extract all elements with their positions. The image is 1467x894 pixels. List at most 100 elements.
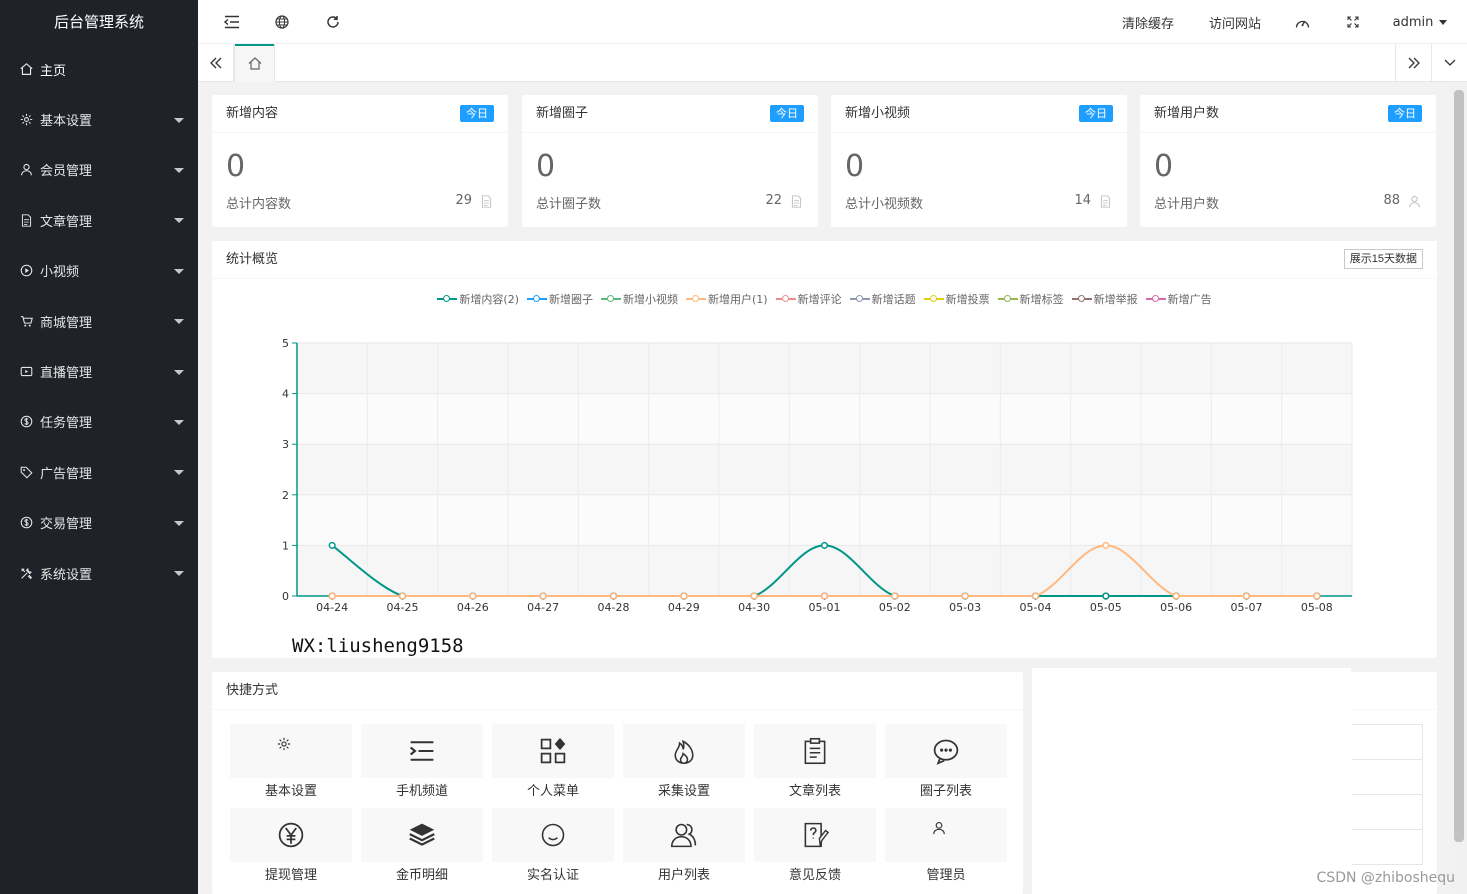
data-point [1242, 592, 1251, 600]
user-menu[interactable]: admin [1388, 0, 1452, 44]
csdn-watermark: CSDN @zhiboshequ [1316, 870, 1455, 886]
quick-link-label: 个人菜单 [526, 784, 579, 799]
play-icon-wrap [18, 263, 34, 279]
sidebar-item[interactable]: 直播管理 [0, 346, 198, 396]
x-tick-label: 05-02 [879, 601, 911, 614]
user-icon-wrap [18, 162, 34, 178]
data-point [539, 592, 547, 600]
users-icon [670, 823, 697, 848]
document-icon [791, 195, 802, 208]
data-point [1313, 592, 1321, 600]
sidebar-item[interactable]: 任务管理 [0, 397, 198, 447]
quick-link[interactable]: 用户列表 [623, 808, 745, 888]
stat-card: 新增小视频 今日 0 总计小视频数 14 [831, 95, 1127, 227]
show-15-days-button[interactable]: 展示15天数据 [1343, 249, 1423, 269]
stat-total-value: 88 [1383, 193, 1400, 208]
caret-down-icon [174, 319, 184, 325]
sidebar-nav: 主页基本设置会员管理文章管理小视频商城管理直播管理任务管理 广告管理交易管理系统设… [0, 44, 198, 598]
visit-site-link[interactable]: 访问网站 [1203, 0, 1267, 44]
sidebar-item[interactable]: 系统设置 [0, 548, 198, 598]
document-icon [481, 195, 492, 208]
scrollbar-thumb[interactable] [1454, 90, 1464, 842]
sidebar-item-label: 小视频 [40, 265, 80, 281]
sidebar-item-label: 文章管理 [40, 214, 93, 230]
y-tick-label: 4 [282, 388, 289, 401]
theme-button[interactable] [1290, 0, 1314, 44]
quick-link[interactable]: 金币明细 [361, 808, 483, 888]
sidebar-item-label: 直播管理 [40, 366, 93, 382]
clear-cache-link[interactable]: 清除缓存 [1116, 0, 1180, 44]
quick-link[interactable]: 基本设置 [230, 724, 352, 804]
play-icon [20, 264, 32, 277]
live-icon [20, 366, 32, 377]
refresh-icon [327, 16, 339, 28]
quick-link[interactable]: 实名认证 [492, 808, 614, 888]
page-scrollbar[interactable] [1451, 82, 1467, 894]
sidebar-item[interactable]: 小视频 [0, 246, 198, 296]
today-badge: 今日 [1388, 105, 1422, 122]
caret-down-icon [174, 419, 184, 425]
tabs-scroll-right-button[interactable] [1395, 44, 1431, 82]
sidebar-item[interactable]: 文章管理 [0, 195, 198, 245]
quick-links-header: 快捷方式 [212, 672, 1023, 710]
stat-total-label: 总计用户数 [1154, 197, 1220, 212]
quick-link-tile [885, 724, 1007, 778]
quick-link-label: 手机频道 [395, 784, 448, 799]
quick-link-tile [361, 724, 483, 778]
tabs-menu-button[interactable] [1431, 44, 1467, 82]
document-icon [21, 214, 31, 227]
quick-link[interactable]: 圈子列表 [885, 724, 1007, 804]
chevron-down-icon [1439, 19, 1448, 25]
quick-link[interactable]: 手机频道 [361, 724, 483, 804]
data-point [1102, 541, 1110, 549]
quick-links-panel: 快捷方式 基本设置 手机频道 个人菜单 采集设置 文章列表 圈子列表提现管理 金币明细 实名认… [212, 672, 1023, 894]
menu-fold-icon [224, 15, 239, 29]
tabs-scroll-left-button[interactable] [198, 44, 234, 82]
gear-icon-wrap [18, 112, 34, 128]
caret-down-icon [174, 571, 184, 577]
overview-title: 统计概览 [226, 252, 279, 267]
data-point [680, 592, 688, 600]
sidebar-item[interactable]: 交易管理 [0, 498, 198, 548]
data-point [328, 592, 336, 600]
table-row [1352, 794, 1423, 830]
quick-link[interactable]: 提现管理 [230, 808, 352, 888]
stat-card: 新增内容 今日 0 总计内容数 29 [212, 95, 508, 227]
fullscreen-button[interactable] [1341, 0, 1365, 44]
quick-link[interactable]: 意见反馈 [754, 808, 876, 888]
quick-link-label: 采集设置 [657, 784, 710, 799]
sidebar-item[interactable]: 商城管理 [0, 296, 198, 346]
stat-icon-wrap [480, 195, 494, 209]
stat-total-value: 14 [1074, 193, 1091, 208]
quick-link-label: 圈子列表 [919, 784, 972, 799]
globe-button[interactable] [268, 0, 296, 44]
fullscreen-icon [1347, 16, 1359, 28]
stat-card-title: 新增圈子 [536, 106, 589, 121]
x-tick-label: 04-28 [598, 601, 630, 614]
y-tick-label: 1 [282, 539, 289, 552]
quick-link[interactable]: 个人菜单 [492, 724, 614, 804]
grid-band [297, 444, 1352, 495]
sidebar-item[interactable]: 基本设置 [0, 94, 198, 144]
sidebar-item[interactable]: 会员管理 [0, 145, 198, 195]
dashboard-icon [1295, 20, 1309, 28]
stat-card-header: 新增内容 今日 [212, 95, 508, 133]
stat-icon-wrap [1408, 195, 1422, 209]
sidebar-item[interactable]: 广告管理 [0, 447, 198, 497]
sidebar-item-label: 基本设置 [40, 114, 93, 130]
tab-home[interactable] [234, 44, 275, 82]
table-row [1352, 724, 1423, 760]
quick-link[interactable]: 管理员 [885, 808, 1007, 888]
refresh-button[interactable] [319, 0, 347, 44]
home-icon [19, 62, 33, 75]
data-point [750, 592, 758, 600]
user-name: admin [1392, 14, 1434, 30]
quick-link[interactable]: 文章列表 [754, 724, 876, 804]
stat-card: 新增圈子 今日 0 总计圈子数 22 [522, 95, 818, 227]
sidebar-item[interactable]: 主页 [0, 44, 198, 94]
sidebar-item-label: 交易管理 [40, 517, 93, 533]
toggle-sidebar-button[interactable] [218, 0, 246, 44]
quick-link[interactable]: 采集设置 [623, 724, 745, 804]
chat-icon [933, 739, 959, 765]
double-chevron-right-icon [1408, 57, 1420, 69]
